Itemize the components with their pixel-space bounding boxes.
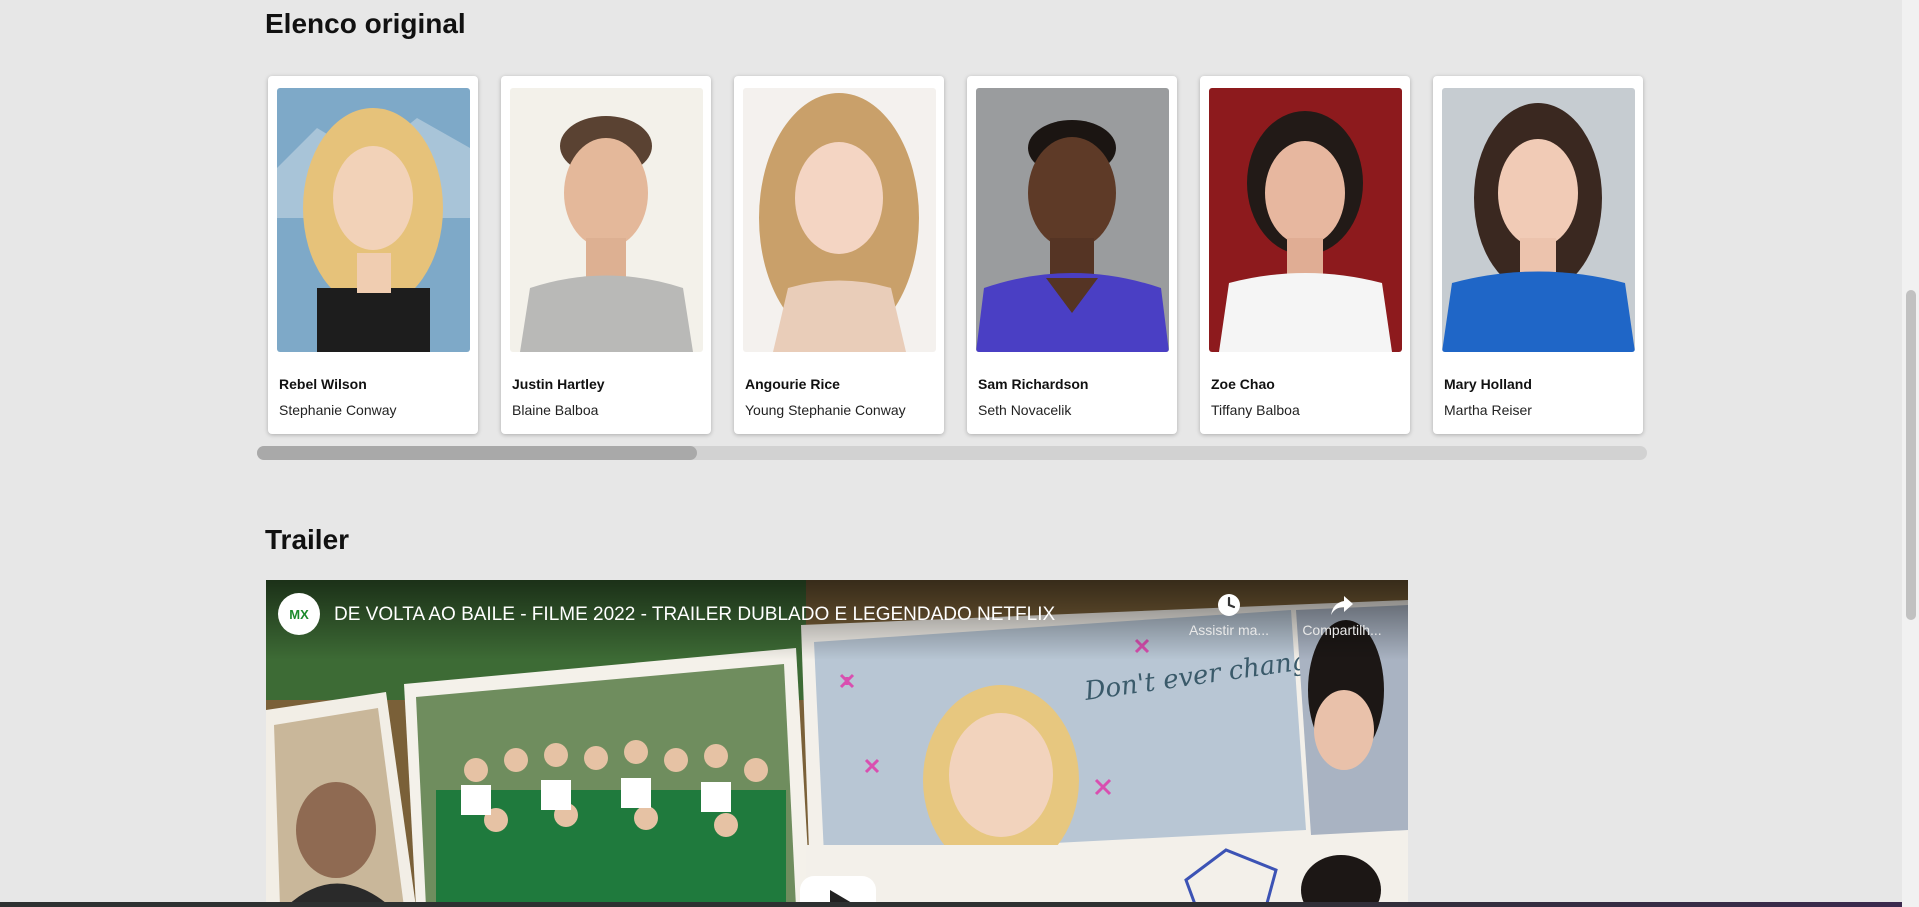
cast-scrollbar[interactable] (257, 446, 1647, 460)
character-name: Blaine Balboa (512, 402, 599, 418)
character-name: Seth Novacelik (978, 402, 1072, 418)
actor-photo (1442, 88, 1635, 352)
trailer-section-title: Trailer (265, 524, 350, 555)
channel-badge-text: MX (289, 606, 309, 622)
cast-section-title: Elenco original (265, 8, 466, 39)
actor-photo (743, 88, 936, 352)
actor-photo (976, 88, 1169, 352)
cast-carousel: Rebel Wilson Stephanie Conway Justin Har… (268, 76, 1648, 436)
actor-photo (510, 88, 703, 352)
character-name: Tiffany Balboa (1211, 402, 1300, 418)
character-name: Stephanie Conway (279, 402, 397, 418)
actor-name: Rebel Wilson (279, 376, 367, 392)
actor-name: Justin Hartley (512, 376, 605, 392)
cast-card[interactable]: Zoe Chao Tiffany Balboa (1200, 76, 1410, 434)
cast-card[interactable]: Rebel Wilson Stephanie Conway (268, 76, 478, 434)
share-arrow-icon (1331, 596, 1353, 615)
actor-name: Mary Holland (1444, 376, 1532, 392)
cast-card[interactable]: Justin Hartley Blaine Balboa (501, 76, 711, 434)
page-scrollbar[interactable] (1902, 0, 1919, 907)
cast-card[interactable]: Angourie Rice Young Stephanie Conway (734, 76, 944, 434)
actor-name: Zoe Chao (1211, 376, 1275, 392)
actor-name: Sam Richardson (978, 376, 1089, 392)
video-title[interactable]: DE VOLTA AO BAILE - FILME 2022 - TRAILER… (334, 604, 1055, 626)
share-label: Compartilh... (1302, 622, 1382, 638)
channel-avatar[interactable]: MX (278, 593, 320, 635)
watch-later-label: Assistir ma... (1188, 622, 1270, 638)
character-name: Martha Reiser (1444, 402, 1532, 418)
actor-name: Angourie Rice (745, 376, 840, 392)
cast-card[interactable]: Mary Holland Martha Reiser (1433, 76, 1643, 434)
trailer-video-player[interactable]: Don't ever change! MX DE VOLTA AO BAILE … (266, 580, 1408, 907)
cast-card[interactable]: Sam Richardson Seth Novacelik (967, 76, 1177, 434)
bottom-edge-strip (0, 902, 1902, 907)
actor-photo (1209, 88, 1402, 352)
share-button[interactable]: Compartilh... (1292, 592, 1392, 640)
clock-icon (1218, 594, 1240, 616)
actor-photo (277, 88, 470, 352)
cast-scrollbar-thumb[interactable] (257, 446, 697, 460)
watch-later-button[interactable]: Assistir ma... (1179, 592, 1279, 640)
character-name: Young Stephanie Conway (745, 402, 906, 418)
page-scrollbar-thumb[interactable] (1906, 290, 1916, 620)
